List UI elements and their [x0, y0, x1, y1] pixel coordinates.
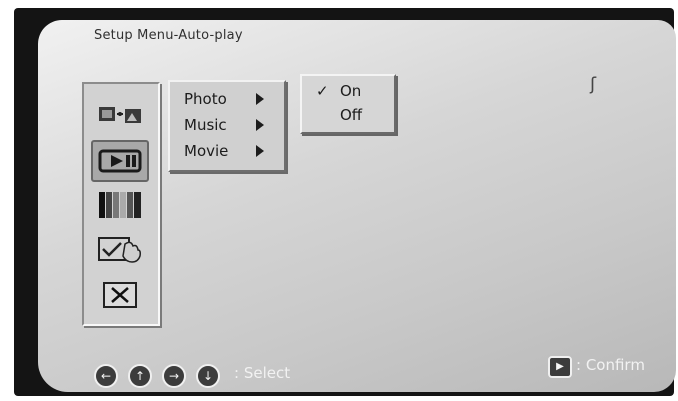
autoplay-menu: Photo Music Movie — [168, 80, 286, 172]
arrow-right-icon: → — [162, 364, 186, 388]
menu-item-photo[interactable]: Photo — [184, 90, 227, 108]
category-panel — [82, 82, 160, 326]
chevron-right-icon — [256, 145, 264, 157]
arrow-left-icon: ← — [94, 364, 118, 388]
chevron-right-icon — [256, 119, 264, 131]
menu-item-movie[interactable]: Movie — [184, 142, 228, 160]
confirm-hint-label: : Confirm — [576, 356, 645, 374]
exit-x-icon[interactable] — [93, 276, 147, 314]
photo-transfer-icon[interactable] — [93, 96, 147, 134]
arrow-down-icon: ↓ — [196, 364, 220, 388]
select-hint-label: : Select — [234, 364, 291, 382]
arrow-up-icon: ↑ — [128, 364, 152, 388]
footer-hint-bar: ← ↑ → ↓ : Select ▶ : Confirm — [38, 348, 676, 392]
tv-screen: Setup Menu-Auto-play ʃ Photo Music Movie… — [38, 20, 676, 392]
chevron-right-icon — [256, 93, 264, 105]
hand-check-icon[interactable] — [93, 230, 147, 268]
autoplay-option-menu: ✓ On Off — [300, 74, 396, 134]
display-bars-icon[interactable] — [93, 186, 147, 224]
option-off[interactable]: Off — [340, 106, 362, 124]
device-bezel: Setup Menu-Auto-play ʃ Photo Music Movie… — [14, 8, 676, 396]
signal-icon: ʃ — [590, 74, 597, 95]
page-title: Setup Menu-Auto-play — [94, 28, 243, 43]
checkmark-icon: ✓ — [316, 82, 329, 100]
option-on[interactable]: On — [340, 82, 361, 100]
menu-item-music[interactable]: Music — [184, 116, 227, 134]
auto-play-icon[interactable] — [91, 140, 149, 182]
play-icon: ▶ — [548, 356, 572, 378]
